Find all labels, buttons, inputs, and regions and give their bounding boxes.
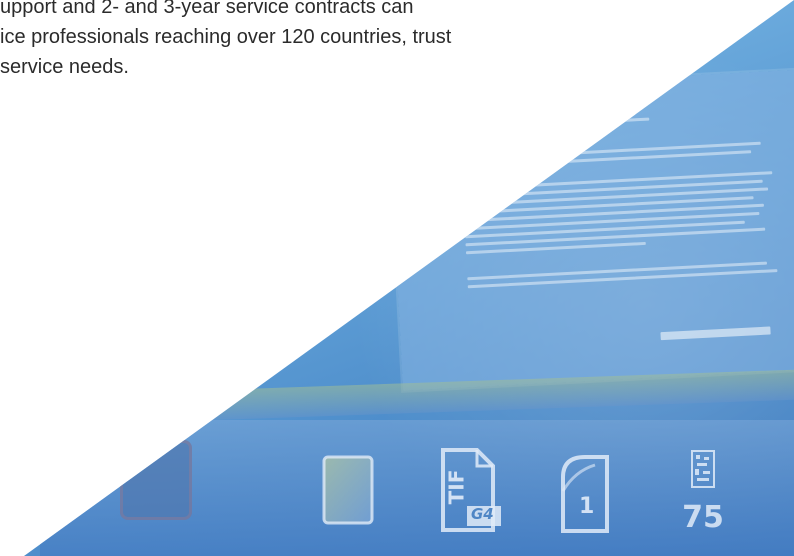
curled-page-icon: 1 (555, 450, 615, 535)
tif-label: TIF (444, 469, 469, 505)
body-copy: upport and 2- and 3-year service contrac… (0, 0, 520, 82)
doc-text-line (461, 150, 752, 169)
doc-stamp (660, 326, 771, 341)
product-photo: TIF G4 1 75 (24, 0, 794, 556)
doc-text-line (459, 117, 650, 131)
page-number: 1 (579, 494, 595, 519)
copy-line-1: upport and 2- and 3-year service contrac… (0, 0, 414, 18)
tif-g4-file-icon: TIF G4 (435, 445, 505, 535)
scanned-document (387, 69, 794, 391)
page-count: 75 (682, 500, 724, 535)
gradient-page-icon (318, 450, 378, 530)
g4-label: G4 (471, 505, 494, 523)
barcode-counter-icon (683, 446, 723, 492)
copy-line-2: ice professionals reaching over 120 coun… (0, 26, 452, 48)
color-swatch-icon (120, 440, 192, 520)
copy-line-3: service needs. (0, 56, 129, 78)
